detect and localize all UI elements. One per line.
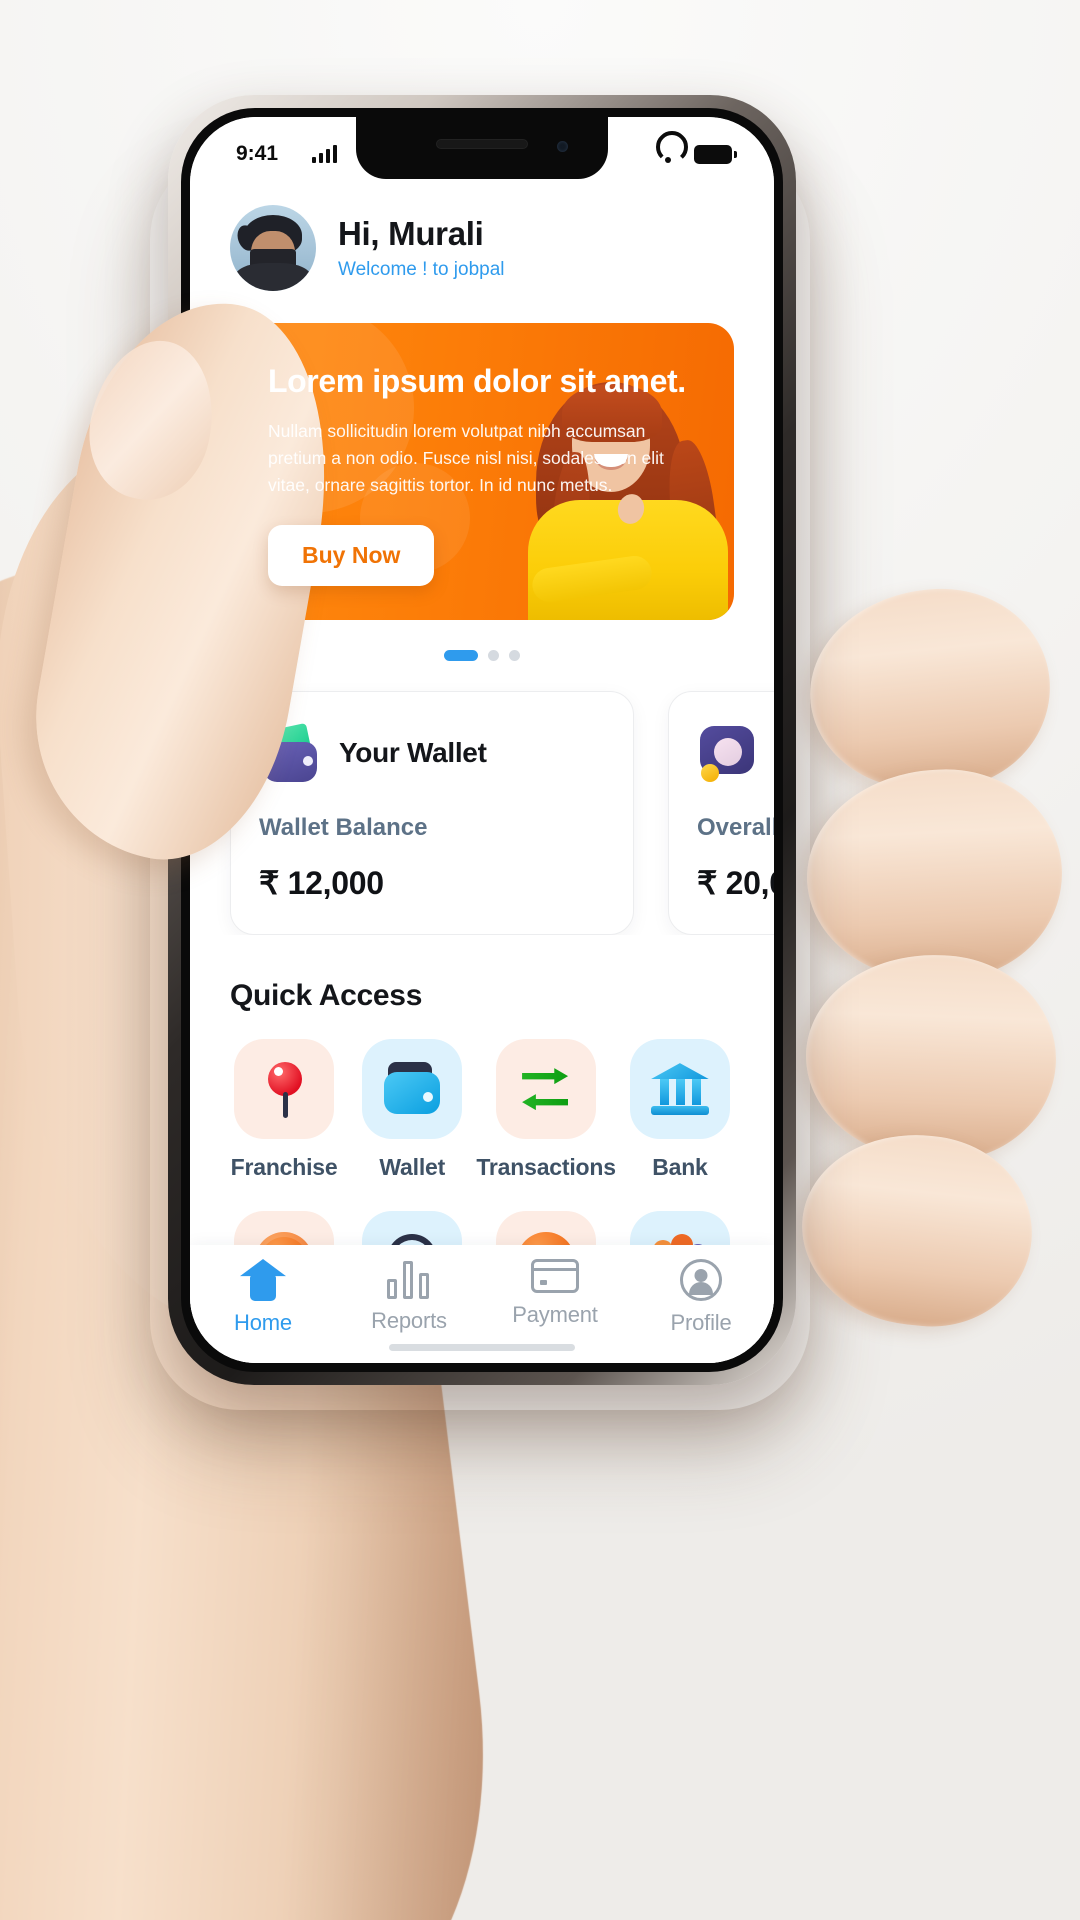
quick-access-item-wallet[interactable]: Wallet <box>348 1039 476 1181</box>
wallet-card[interactable]: Your Wallet Wallet Balance ₹ 12,000 <box>230 691 634 936</box>
promo-banner[interactable]: Lorem ipsum dolor sit amet. Nullam solli… <box>230 323 734 621</box>
earpiece-speaker <box>436 139 528 149</box>
tab-label: Reports <box>371 1308 447 1333</box>
earnings-3d-icon <box>697 722 759 784</box>
user-avatar[interactable] <box>230 205 316 291</box>
banner-description: Nullam sollicitudin lorem volutpat nibh … <box>268 420 664 496</box>
quick-access-item-bank[interactable]: Bank <box>616 1039 744 1181</box>
cellular-signal-icon <box>312 145 338 163</box>
earnings-card[interactable]: Earnings Overall Earnings ₹ 20,000 <box>668 691 774 936</box>
tab-payment[interactable]: Payment <box>482 1259 628 1328</box>
quick-access-label: Franchise <box>230 1154 338 1181</box>
map-pin-icon <box>256 1058 312 1120</box>
banner-title: Lorem ipsum dolor sit amet. <box>268 363 686 399</box>
wallet-icon <box>382 1062 442 1116</box>
front-camera <box>557 141 568 152</box>
profile-header[interactable]: Hi, Murali Welcome ! to jobpal <box>190 179 774 313</box>
tab-profile[interactable]: Profile <box>628 1259 774 1336</box>
scene: 9:41 Hi, Murali Welcome ! to jobpal Lore… <box>0 0 1080 1920</box>
person-icon <box>680 1259 722 1301</box>
wallet-balance-amount: ₹ 12,000 <box>259 865 384 902</box>
tab-label: Profile <box>670 1310 732 1335</box>
overall-earnings-amount: ₹ 20,000 <box>697 865 774 902</box>
buy-now-button[interactable]: Buy Now <box>268 525 435 587</box>
carousel-dot-1[interactable] <box>444 650 478 662</box>
quick-access-item-franchise[interactable]: Franchise <box>220 1039 348 1181</box>
tab-home[interactable]: Home <box>190 1259 336 1336</box>
home-indicator[interactable] <box>389 1344 575 1351</box>
notch <box>356 117 608 179</box>
bank-icon <box>650 1063 709 1116</box>
transfer-arrows-icon <box>516 1062 576 1116</box>
bar-chart-icon <box>387 1259 431 1299</box>
quick-access-label: Bank <box>652 1154 708 1181</box>
quick-access-label: Wallet <box>379 1154 446 1181</box>
quick-access-title: Quick Access <box>230 979 423 1013</box>
carousel-dot-3[interactable] <box>509 650 520 662</box>
tab-reports[interactable]: Reports <box>336 1259 482 1334</box>
credit-card-icon <box>531 1259 579 1293</box>
tab-label: Payment <box>512 1302 598 1327</box>
wallet-balance-label: Wallet Balance <box>259 814 428 842</box>
carousel-dot-2[interactable] <box>488 650 499 662</box>
overall-earnings-label: Overall Earnings <box>697 814 774 842</box>
quick-access-item-transactions[interactable]: Transactions <box>476 1039 616 1181</box>
status-time: 9:41 <box>236 142 279 165</box>
welcome-subtitle: Welcome ! to jobpal <box>338 259 505 281</box>
quick-access-label: Transactions <box>476 1154 616 1181</box>
home-icon <box>240 1259 286 1301</box>
battery-icon <box>694 144 737 164</box>
wallet-card-title: Your Wallet <box>339 737 487 769</box>
tab-label: Home <box>234 1310 292 1335</box>
greeting-text: Hi, Murali <box>338 214 484 252</box>
wifi-icon <box>656 145 680 163</box>
